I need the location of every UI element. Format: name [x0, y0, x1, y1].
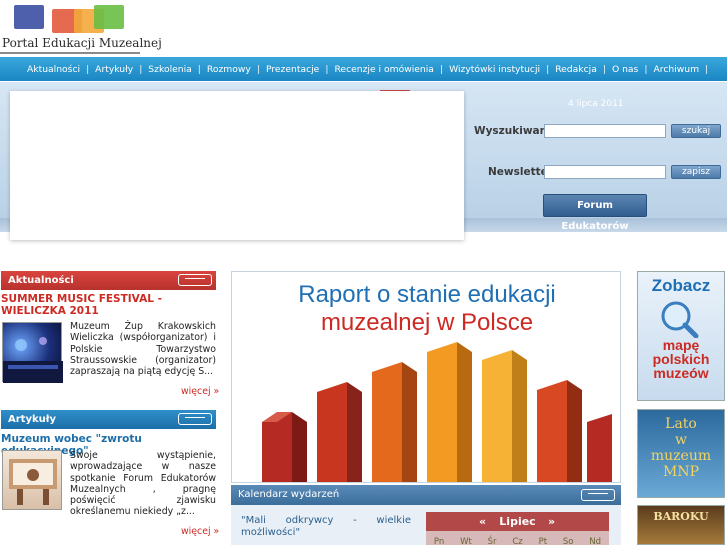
- baroque-promo[interactable]: BAROKU: [637, 505, 725, 545]
- nav-separator: |: [644, 63, 648, 75]
- nav-separator: |: [439, 63, 444, 75]
- nav-separator: |: [325, 63, 329, 75]
- magnifier-icon: [661, 301, 699, 338]
- current-date: 4 lipca 2011: [568, 99, 624, 109]
- promo-line2: w: [675, 432, 687, 448]
- weekday-label: Nd: [589, 537, 602, 545]
- articles-header-label: Artykuły: [8, 414, 56, 425]
- site-logo[interactable]: Portal Edukacji Muzealnej: [0, 0, 162, 54]
- section-icon: [581, 489, 615, 501]
- nav-item-7[interactable]: Redakcja: [555, 64, 597, 75]
- news-thumbnail[interactable]: [2, 322, 63, 383]
- nav-item-4[interactable]: Prezentacje: [266, 64, 319, 75]
- news-header[interactable]: Aktualności: [1, 271, 216, 290]
- logo-bubbles-icon: [14, 3, 124, 39]
- calendar-month-bar: « Lipiec »: [426, 512, 609, 531]
- prev-month-button[interactable]: «: [479, 512, 486, 531]
- nav-separator: |: [546, 63, 550, 75]
- nav-item-0[interactable]: Aktualności: [27, 64, 80, 75]
- newsletter-button[interactable]: zapisz: [671, 165, 721, 179]
- section-icon: [178, 274, 212, 286]
- baroque-text: BAROKU: [653, 510, 709, 523]
- nav-item-2[interactable]: Szkolenia: [148, 64, 191, 75]
- logo-underline: [0, 52, 140, 54]
- nav-item-8[interactable]: O nas: [612, 64, 638, 75]
- promo-line3: muzeum: [650, 448, 712, 464]
- promo-line1: Lato: [665, 416, 697, 432]
- next-month-button[interactable]: »: [548, 512, 555, 531]
- article-excerpt: Swoje wystąpienie, wprowadzające w nasze…: [70, 450, 216, 518]
- nav-item-5[interactable]: Recenzje i omówienia: [334, 64, 434, 75]
- articles-more-link[interactable]: więcej »: [181, 526, 219, 537]
- news-more-link[interactable]: więcej »: [181, 386, 219, 397]
- map-text-line2: polskich: [652, 351, 710, 367]
- newsletter-input[interactable]: [544, 165, 666, 179]
- nav-item-9[interactable]: Archiwum: [653, 64, 699, 75]
- nav-separator: |: [602, 63, 606, 75]
- calendar-event-link[interactable]: "Mali odkrywcy - wielkie możliwości": [241, 515, 411, 539]
- weekday-label: Cz: [512, 537, 523, 545]
- news-title[interactable]: SUMMER MUSIC FESTIVAL - WIELICZKA 2011: [1, 293, 215, 317]
- search-input[interactable]: [544, 124, 666, 138]
- nav-item-3[interactable]: Rozmowy: [207, 64, 251, 75]
- news-header-label: Aktualności: [8, 275, 74, 286]
- main-nav: Aktualności | Artykuły | Szkolenia | Rozmowy | P…: [0, 57, 727, 81]
- search-button[interactable]: szukaj: [671, 124, 721, 138]
- weekday-label: Pt: [538, 537, 548, 545]
- summer-museum-promo[interactable]: Lato w muzeum MNP: [637, 409, 725, 498]
- nav-item-6[interactable]: Wizytówki instytucji: [449, 64, 540, 75]
- weekday-label: So: [562, 537, 574, 545]
- calendar-weekdays: Pn Wt Śr Cz Pt So Nd: [426, 531, 609, 545]
- weekday-label: Wt: [460, 537, 472, 545]
- map-text-line3: muzeów: [653, 365, 709, 381]
- popup-overlay[interactable]: [10, 91, 464, 240]
- nav-separator: |: [139, 63, 143, 75]
- calendar-header-label: Kalendarz wydarzeń: [238, 489, 340, 500]
- promo-line4: MNP: [662, 464, 699, 480]
- nav-item-1[interactable]: Artykuły: [95, 64, 133, 75]
- report-banner[interactable]: Raport o stanie edukacji muzealnej w Pol…: [231, 271, 621, 483]
- news-excerpt: Muzeum Żup Krakowskich Wieliczka (współo…: [70, 321, 216, 378]
- nav-separator: |: [197, 63, 201, 75]
- nav-separator: |: [705, 63, 709, 75]
- section-icon: [178, 413, 212, 425]
- calendar-header[interactable]: Kalendarz wydarzeń: [231, 485, 621, 505]
- nav-separator: |: [86, 63, 90, 75]
- logo-text: Portal Edukacji Muzealnej: [2, 36, 162, 50]
- weekday-label: Śr: [487, 537, 497, 545]
- nav-separator: |: [256, 63, 260, 75]
- article-thumbnail[interactable]: [2, 450, 62, 510]
- forum-button[interactable]: Forum Edukatorów: [543, 194, 647, 232]
- zobacz-text: Zobacz: [651, 276, 711, 295]
- weekday-label: Pn: [433, 537, 445, 545]
- articles-header[interactable]: Artykuły: [1, 410, 216, 429]
- bar-chart-graphic: [262, 342, 612, 482]
- map-text-line1: mapę: [662, 337, 700, 353]
- calendar-month: Lipiec: [499, 515, 536, 528]
- museum-map-promo[interactable]: Zobacz mapę polskich muzeów: [637, 271, 725, 401]
